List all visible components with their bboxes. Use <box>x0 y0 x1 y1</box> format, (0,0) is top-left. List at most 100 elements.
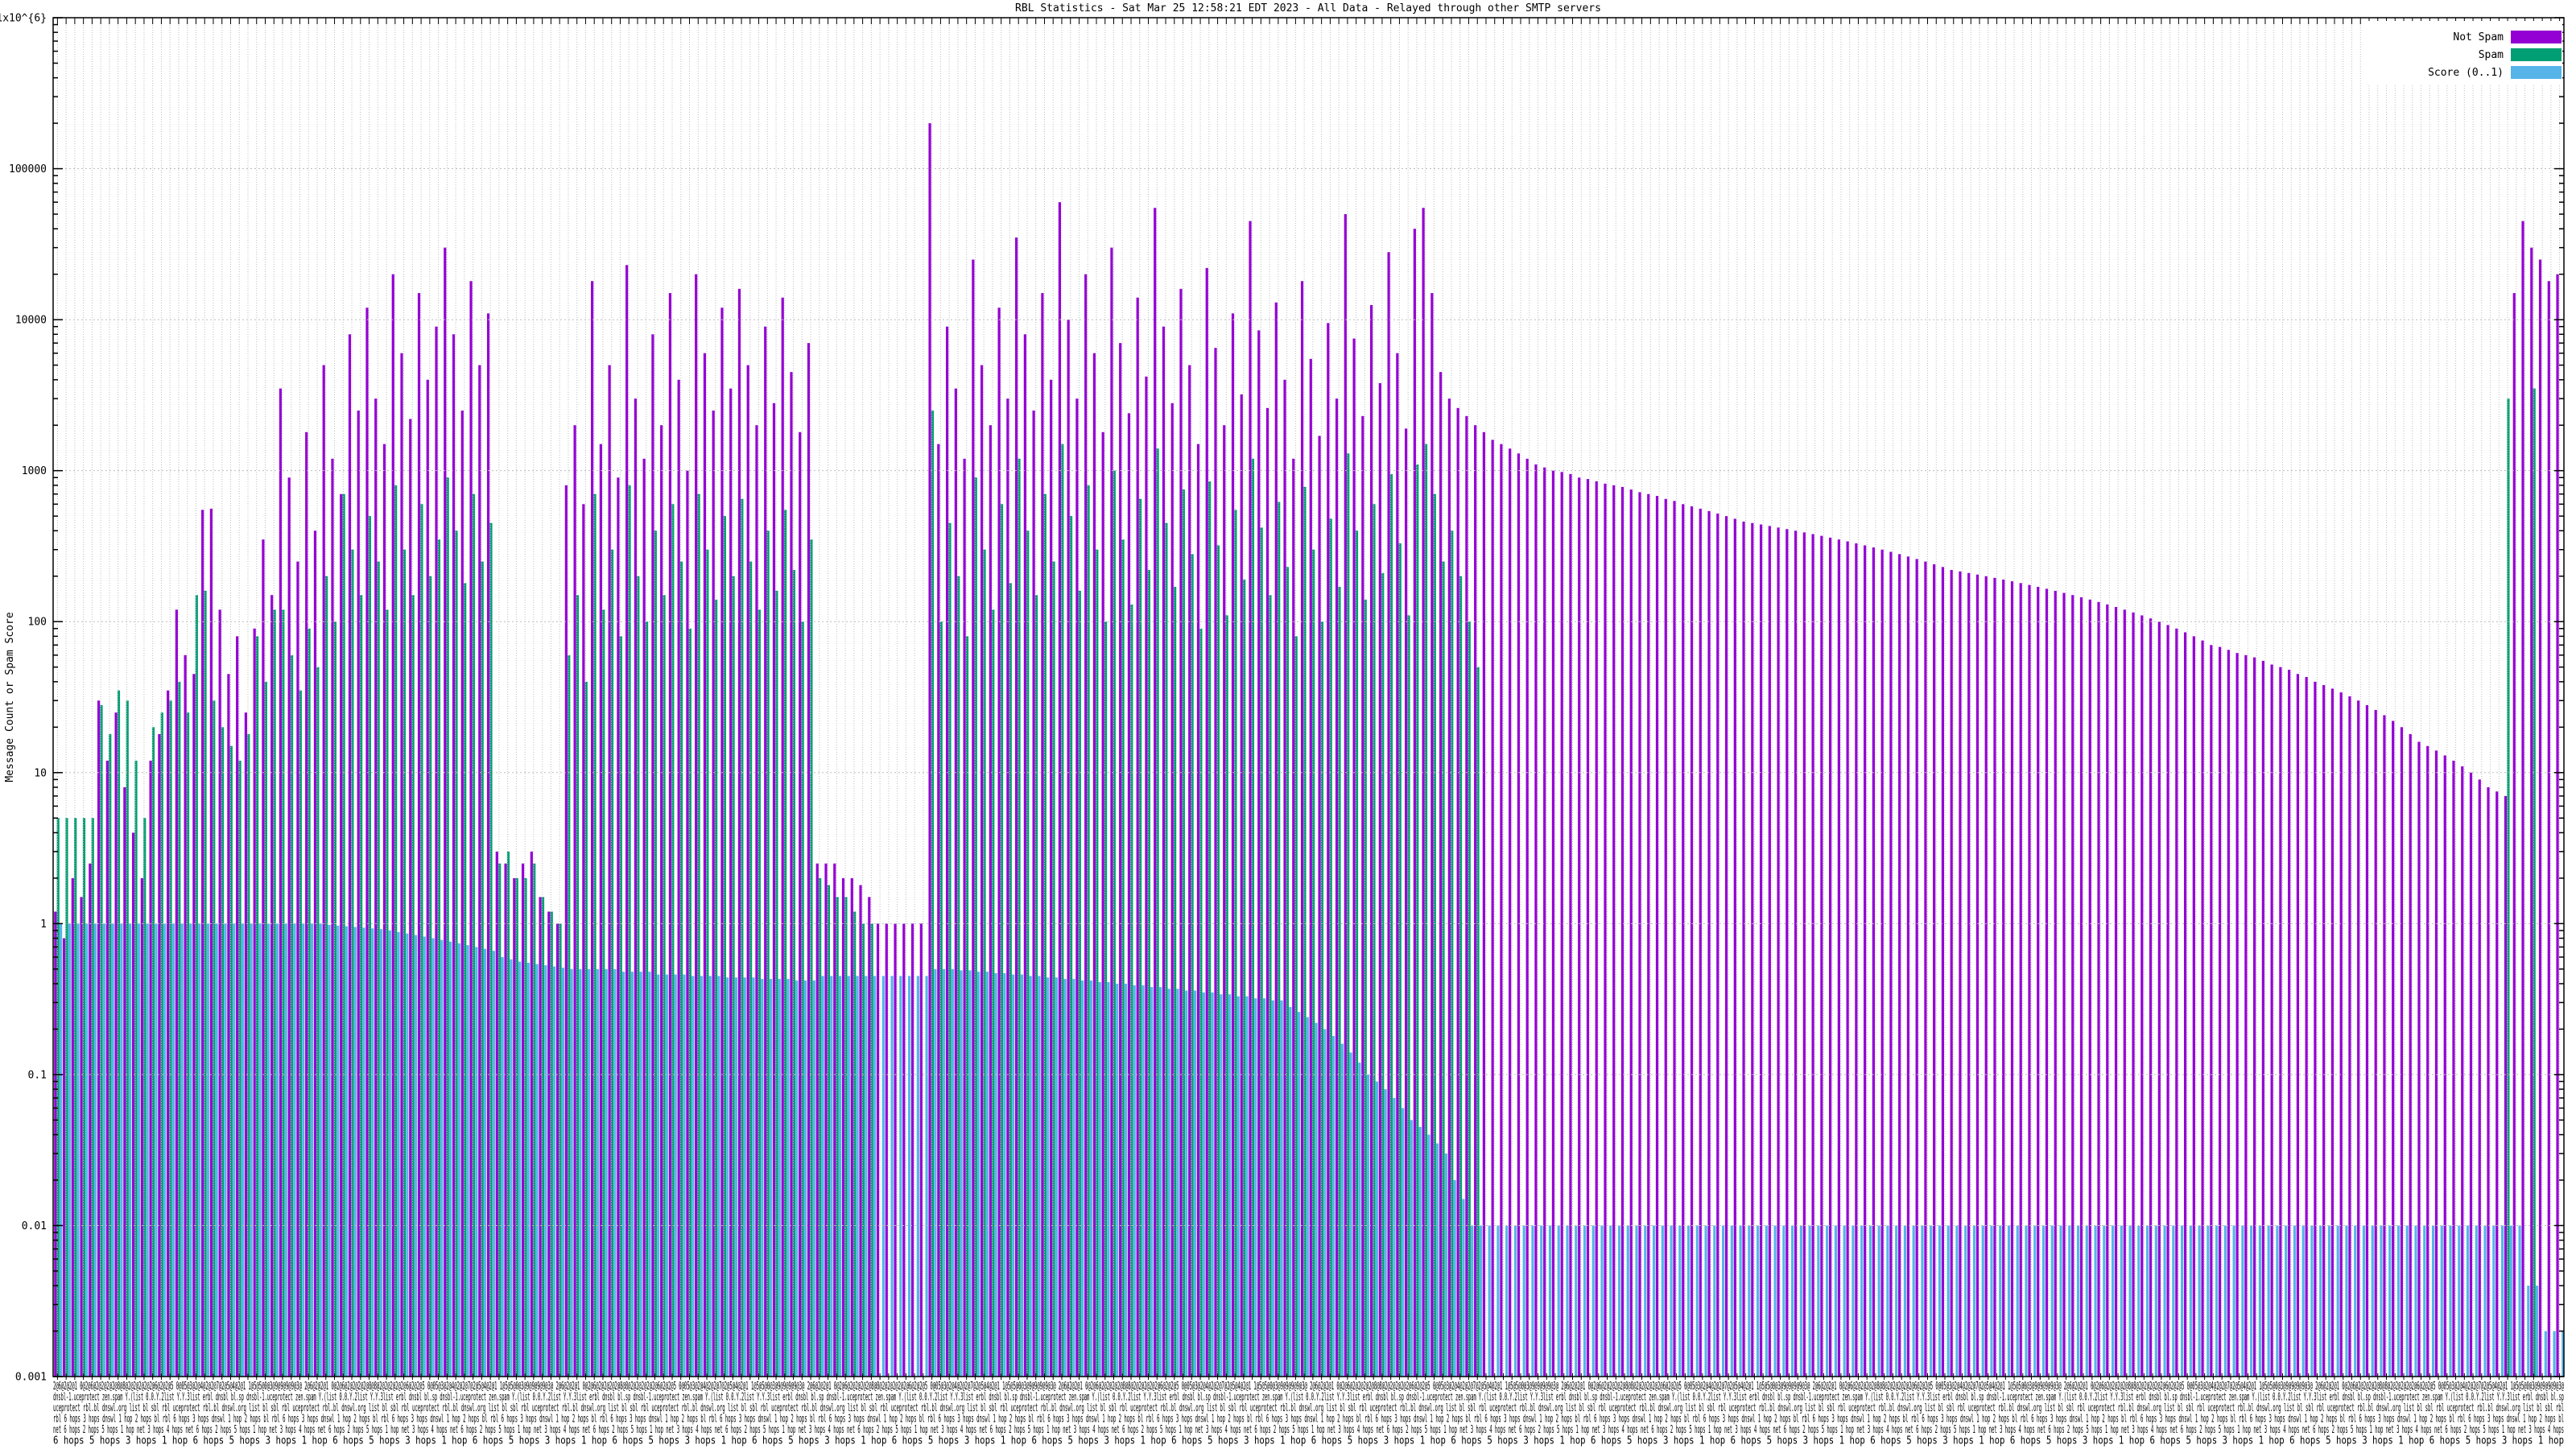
bar-not-spam <box>123 787 126 1377</box>
bar-score-0-1- <box>882 976 885 1377</box>
bar-not-spam <box>1976 575 1979 1377</box>
bar-not-spam <box>236 636 238 1377</box>
bar-spam <box>1321 621 1323 1377</box>
bar-score-0-1- <box>2510 1225 2512 1377</box>
bar-score-0-1- <box>2545 1331 2547 1377</box>
bar-not-spam <box>1206 268 1208 1377</box>
bar-score-0-1- <box>1809 1225 1811 1377</box>
bar-score-0-1- <box>216 923 218 1377</box>
bar-not-spam <box>902 923 905 1377</box>
bar-spam <box>1278 502 1280 1377</box>
bar-score-0-1- <box>2198 1225 2201 1377</box>
legend-swatch-score <box>2511 66 2562 79</box>
bar-not-spam <box>1275 303 1278 1377</box>
bar-score-0-1- <box>2310 1225 2313 1377</box>
bar-not-spam <box>955 389 957 1377</box>
bar-score-0-1- <box>1618 1225 1620 1377</box>
bar-score-0-1- <box>285 923 287 1377</box>
bar-score-0-1- <box>717 976 720 1377</box>
bar-score-0-1- <box>2215 1225 2218 1377</box>
bar-score-0-1- <box>2137 1225 2140 1377</box>
bar-spam <box>1252 459 1254 1377</box>
bar-score-0-1- <box>1662 1225 1664 1377</box>
bar-not-spam <box>695 275 697 1377</box>
bar-score-0-1- <box>1263 998 1265 1377</box>
bar-score-0-1- <box>1003 973 1005 1377</box>
bar-score-0-1- <box>1211 993 1213 1377</box>
bar-not-spam <box>1223 425 1225 1377</box>
bar-not-spam <box>1596 481 1598 1377</box>
bar-not-spam <box>2115 607 2117 1377</box>
bar-not-spam <box>2193 636 2195 1377</box>
bar-score-0-1- <box>986 972 989 1377</box>
bar-score-0-1- <box>181 923 184 1377</box>
bar-not-spam <box>288 477 291 1377</box>
bar-score-0-1- <box>2128 1225 2131 1377</box>
bar-not-spam <box>2548 281 2550 1377</box>
bar-not-spam <box>1924 562 1926 1377</box>
bar-score-0-1- <box>1038 976 1040 1377</box>
bar-not-spam <box>1725 516 1728 1377</box>
legend-label-score: Score (0..1) <box>2428 67 2504 79</box>
bar-not-spam <box>1059 202 1061 1377</box>
bar-score-0-1- <box>1046 977 1049 1377</box>
bar-score-0-1- <box>1704 1225 1707 1377</box>
bar-score-0-1- <box>1878 1225 1880 1377</box>
bar-score-0-1- <box>2388 1225 2391 1377</box>
bar-not-spam <box>1569 474 1571 1377</box>
bar-not-spam <box>141 878 143 1377</box>
bar-score-0-1- <box>2042 1225 2045 1377</box>
bar-not-spam <box>1682 504 1684 1377</box>
bar-score-0-1- <box>1081 980 1084 1377</box>
bar-not-spam <box>2271 664 2273 1377</box>
bar-not-spam <box>1474 425 1476 1377</box>
bar-not-spam <box>54 911 56 1377</box>
bar-not-spam <box>920 923 923 1377</box>
bar-not-spam <box>1093 353 1096 1377</box>
bar-not-spam <box>2306 677 2308 1377</box>
bar-not-spam <box>1015 237 1018 1377</box>
bar-not-spam <box>2046 588 2048 1377</box>
bar-not-spam <box>556 923 559 1377</box>
bar-not-spam <box>799 432 801 1377</box>
bar-score-0-1- <box>354 927 357 1377</box>
bar-not-spam <box>2140 615 2143 1377</box>
bar-not-spam <box>1024 334 1026 1377</box>
bar-score-0-1- <box>1999 1225 2001 1377</box>
bar-not-spam <box>2452 761 2454 1377</box>
bar-score-0-1- <box>1099 982 1101 1377</box>
bar-score-0-1- <box>666 975 668 1377</box>
bar-not-spam <box>2166 625 2169 1377</box>
bar-score-0-1- <box>1592 1225 1595 1377</box>
bar-spam <box>464 583 466 1377</box>
bar-score-0-1- <box>1488 1225 1491 1377</box>
bar-not-spam <box>1327 323 1329 1377</box>
bar-score-0-1- <box>2086 1225 2088 1377</box>
bar-not-spam <box>1405 428 1407 1377</box>
bar-score-0-1- <box>1367 1075 1369 1377</box>
bar-not-spam <box>1318 436 1320 1377</box>
legend-label-spam: Spam <box>2479 49 2504 61</box>
bar-not-spam <box>106 761 109 1377</box>
legend-swatch-not-spam <box>2511 31 2562 43</box>
bar-not-spam <box>522 864 524 1377</box>
bar-not-spam <box>2106 605 2108 1377</box>
bar-score-0-1- <box>1696 1225 1699 1377</box>
bar-score-0-1- <box>1938 1225 1941 1377</box>
bar-score-0-1- <box>1973 1225 1975 1377</box>
bar-score-0-1- <box>189 923 192 1377</box>
bar-not-spam <box>1803 532 1806 1377</box>
bar-not-spam <box>1881 550 1884 1377</box>
bar-not-spam <box>2470 773 2472 1377</box>
bar-score-0-1- <box>1021 975 1023 1377</box>
bar-not-spam <box>1500 444 1502 1377</box>
bar-score-0-1- <box>795 980 798 1377</box>
bar-not-spam <box>1067 320 1070 1377</box>
bar-score-0-1- <box>1748 1225 1750 1377</box>
bar-not-spam <box>1379 383 1381 1377</box>
bar-not-spam <box>487 313 489 1377</box>
bar-not-spam <box>894 923 896 1377</box>
bar-not-spam <box>729 389 732 1377</box>
bar-score-0-1- <box>2406 1225 2409 1377</box>
bar-not-spam <box>530 852 533 1377</box>
